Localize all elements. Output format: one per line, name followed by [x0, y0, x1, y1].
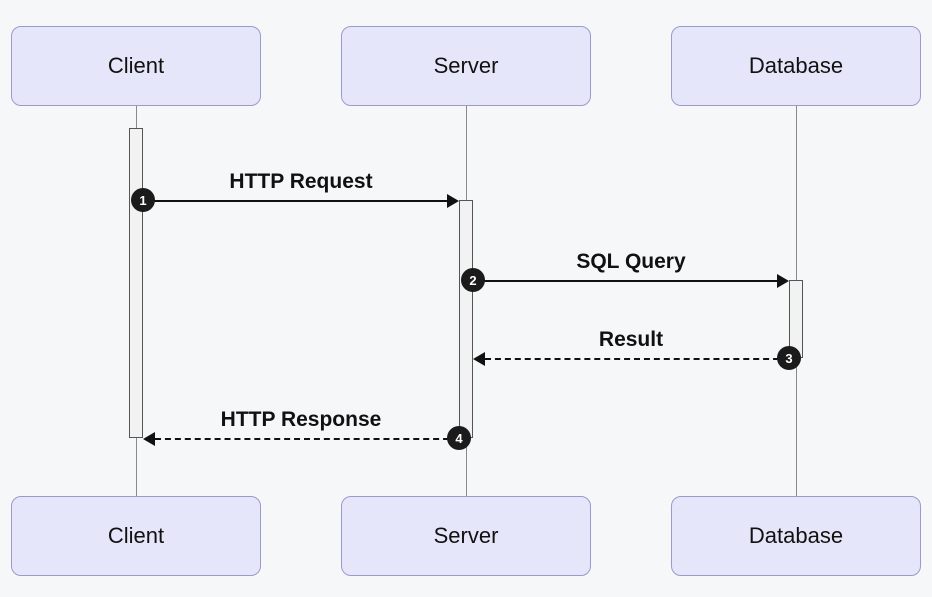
- message-label: HTTP Request: [229, 170, 372, 194]
- step-number: 4: [455, 431, 462, 446]
- message-arrow: [155, 438, 459, 440]
- participant-label: Client: [108, 523, 164, 549]
- message-arrow: [473, 280, 777, 282]
- participant-label: Server: [434, 53, 499, 79]
- step-badge: 4: [447, 426, 471, 450]
- activation-server: [459, 200, 473, 438]
- message-label: Result: [599, 328, 663, 352]
- arrowhead-right-icon: [447, 194, 459, 208]
- step-number: 2: [469, 273, 476, 288]
- participant-label: Database: [749, 523, 843, 549]
- participant-client-top: Client: [11, 26, 261, 106]
- step-number: 3: [785, 351, 792, 366]
- participant-server-bottom: Server: [341, 496, 591, 576]
- step-number: 1: [139, 193, 146, 208]
- participant-database-top: Database: [671, 26, 921, 106]
- step-badge: 3: [777, 346, 801, 370]
- participant-label: Server: [434, 523, 499, 549]
- message-label: HTTP Response: [221, 408, 382, 432]
- activation-client: [129, 128, 143, 438]
- participant-server-top: Server: [341, 26, 591, 106]
- sequence-diagram: Client Server Database Client Server Dat…: [0, 0, 932, 597]
- message-arrow: [143, 200, 447, 202]
- step-badge: 2: [461, 268, 485, 292]
- step-badge: 1: [131, 188, 155, 212]
- arrowhead-left-icon: [143, 432, 155, 446]
- participant-client-bottom: Client: [11, 496, 261, 576]
- message-label: SQL Query: [576, 250, 685, 274]
- participant-database-bottom: Database: [671, 496, 921, 576]
- message-arrow: [485, 358, 789, 360]
- arrowhead-right-icon: [777, 274, 789, 288]
- participant-label: Client: [108, 53, 164, 79]
- arrowhead-left-icon: [473, 352, 485, 366]
- participant-label: Database: [749, 53, 843, 79]
